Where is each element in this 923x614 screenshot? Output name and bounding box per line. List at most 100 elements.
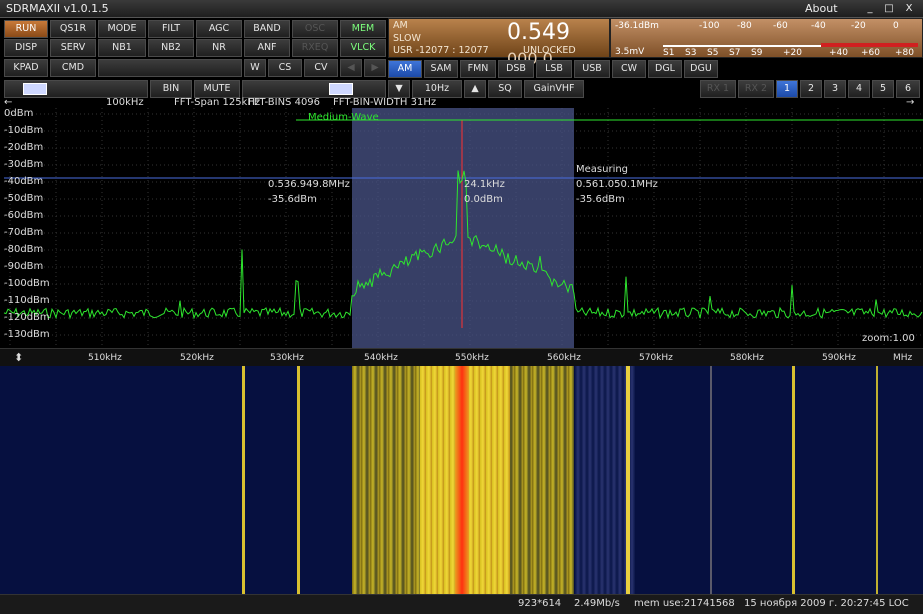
memory-status: mem use:21741568	[634, 598, 735, 609]
vlck-button[interactable]: VLCK	[340, 39, 386, 57]
osc-button[interactable]: OSC	[292, 20, 338, 38]
spectrum-svg	[3, 108, 923, 348]
nb2-button[interactable]: NB2	[148, 39, 194, 57]
db-label: -30dBm	[4, 159, 44, 170]
frequency-display[interactable]: AM SLOW USR -12077 : 12077 0.549 000.0 U…	[388, 18, 610, 68]
close-icon[interactable]: X	[902, 2, 916, 15]
mode-usb[interactable]: USB	[574, 60, 610, 78]
s-label: S7	[729, 48, 741, 58]
waterfall-display[interactable]	[0, 366, 923, 594]
band-button[interactable]: BAND	[244, 20, 290, 38]
freq-tick-label: 570kHz	[639, 353, 673, 363]
mode-sam[interactable]: SAM	[424, 60, 458, 78]
window-title: SDRMAXII v1.0.1.5	[6, 2, 109, 15]
rx-slot-4[interactable]: 4	[848, 80, 870, 98]
rate-status: 2.49Mb/s	[574, 598, 620, 609]
next-arrow-icon[interactable]: ▶	[364, 59, 386, 77]
rx1-button[interactable]: RX 1	[700, 80, 736, 98]
sq-button[interactable]: SQ	[488, 80, 522, 98]
scale-label: 0	[893, 21, 899, 31]
s-label: +60	[861, 48, 880, 58]
maximize-icon[interactable]: □	[882, 2, 896, 15]
step-down-icon[interactable]: ▼	[388, 80, 410, 98]
slider-thumb[interactable]	[329, 83, 353, 95]
freq-tick-label: 590kHz	[822, 353, 856, 363]
marker-right-db: -35.6dBm	[576, 194, 625, 205]
slider-right[interactable]	[242, 80, 386, 98]
mode-dgu[interactable]: DGU	[684, 60, 718, 78]
mode-lsb[interactable]: LSB	[536, 60, 572, 78]
freq-tick-label: 560kHz	[547, 353, 581, 363]
rx-slot-2[interactable]: 2	[800, 80, 822, 98]
mode-dgl[interactable]: DGL	[648, 60, 682, 78]
serv-button[interactable]: SERV	[50, 39, 96, 57]
status-bar: 923*614 2.49Mb/s mem use:21741568 15 ноя…	[0, 594, 923, 614]
rx-slot-5[interactable]: 5	[872, 80, 894, 98]
nb1-button[interactable]: NB1	[98, 39, 146, 57]
blank-button[interactable]	[98, 59, 242, 77]
rx2-button[interactable]: RX 2	[738, 80, 774, 98]
mode-am[interactable]: AM	[388, 60, 422, 78]
datetime-status: 15 ноября 2009 г. 20:27:45 LOC	[744, 598, 909, 609]
db-label: -60dBm	[4, 210, 44, 221]
db-label: -110dBm	[4, 295, 50, 306]
cv-button[interactable]: CV	[304, 59, 338, 77]
prev-arrow-icon[interactable]: ◀	[340, 59, 362, 77]
waterfall-station	[297, 366, 300, 594]
slider-thumb[interactable]	[23, 83, 47, 95]
mem-button[interactable]: MEM	[340, 20, 386, 38]
db-label: 0dBm	[4, 108, 34, 119]
bin-button[interactable]: BIN	[150, 80, 192, 98]
mute-button[interactable]: MUTE	[194, 80, 240, 98]
cmd-button[interactable]: CMD	[50, 59, 96, 77]
agc-readout: SLOW	[393, 33, 421, 44]
rxeq-button[interactable]: RXEQ	[292, 39, 338, 57]
s-label: S3	[685, 48, 697, 58]
title-bar: SDRMAXII v1.0.1.5 About _ □ X	[0, 0, 923, 18]
freq-tick-label: 530kHz	[270, 353, 304, 363]
freq-unit-label: MHz	[893, 353, 913, 363]
mode-button[interactable]: MODE	[98, 20, 146, 38]
rx-slot-3[interactable]: 3	[824, 80, 846, 98]
freq-tick-label: 520kHz	[180, 353, 214, 363]
filter-passband[interactable]	[352, 108, 574, 348]
run-button[interactable]: RUN	[4, 20, 48, 38]
s-label: S1	[663, 48, 675, 58]
meter-over-scale	[821, 43, 918, 47]
disp-button[interactable]: DISP	[4, 39, 48, 57]
w-button[interactable]: W	[244, 59, 266, 77]
frequency-axis[interactable]: ⬍ 510kHz 520kHz 530kHz 540kHz 550kHz 560…	[0, 348, 923, 366]
lock-status: UNLOCKED	[523, 45, 576, 56]
rx-slot-1[interactable]: 1	[776, 80, 798, 98]
db-label: -100dBm	[4, 278, 50, 289]
mode-fmn[interactable]: FMN	[460, 60, 496, 78]
mode-cw[interactable]: CW	[612, 60, 646, 78]
spectrum-display[interactable]: 0dBm -10dBm -20dBm -30dBm -40dBm -50dBm …	[0, 108, 923, 348]
kpad-button[interactable]: KPAD	[4, 59, 48, 77]
marker-left-freq: 0.536.949.8MHz	[268, 179, 350, 190]
step-up-icon[interactable]: ▲	[464, 80, 486, 98]
waterfall-station	[242, 366, 245, 594]
minimize-icon[interactable]: _	[863, 2, 877, 15]
rx-slot-6[interactable]: 6	[896, 80, 920, 98]
mode-dsb[interactable]: DSB	[498, 60, 534, 78]
filt-button[interactable]: FILT	[148, 20, 194, 38]
resize-handle-icon[interactable]: ⬍	[14, 351, 23, 364]
about-menu[interactable]: About	[805, 2, 838, 15]
anf-button[interactable]: ANF	[244, 39, 290, 57]
band-label: Medium-Wave	[308, 112, 379, 123]
gainvhf-button[interactable]: GainVHF	[524, 80, 584, 98]
freq-tick-label: 550kHz	[455, 353, 489, 363]
waterfall-station	[792, 366, 795, 594]
freq-tick-label: 580kHz	[730, 353, 764, 363]
freq-tick-label: 540kHz	[364, 353, 398, 363]
nr-button[interactable]: NR	[196, 39, 242, 57]
step-size[interactable]: 10Hz	[412, 80, 462, 98]
cs-button[interactable]: CS	[268, 59, 302, 77]
scale-label: -60	[773, 21, 788, 31]
slider-left[interactable]	[4, 80, 148, 98]
s-label: S5	[707, 48, 719, 58]
mode-readout: AM	[393, 20, 408, 31]
qs1r-button[interactable]: QS1R	[50, 20, 96, 38]
agc-button[interactable]: AGC	[196, 20, 242, 38]
